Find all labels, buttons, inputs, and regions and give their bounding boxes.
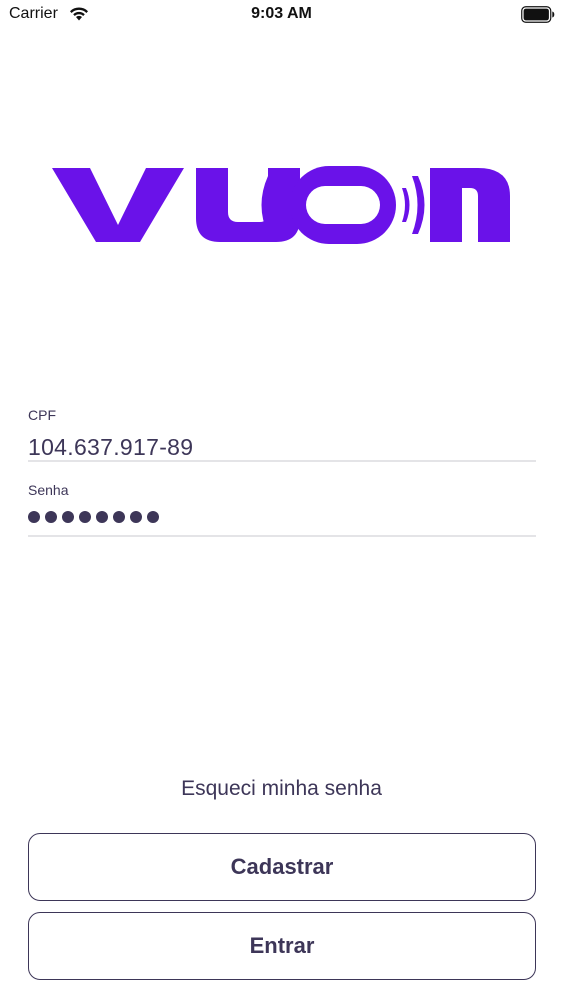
password-mask-dot: [79, 511, 91, 523]
register-button[interactable]: Cadastrar: [28, 833, 536, 901]
password-mask-dot: [130, 511, 142, 523]
password-label: Senha: [28, 482, 69, 498]
password-mask-dot: [96, 511, 108, 523]
password-mask-dot: [62, 511, 74, 523]
status-time: 9:03 AM: [251, 5, 312, 22]
password-mask-dot: [45, 511, 57, 523]
cpf-input[interactable]: 104.637.917-89: [28, 434, 193, 461]
password-input[interactable]: [28, 511, 159, 523]
password-mask-dot: [147, 511, 159, 523]
battery-full-icon: [521, 6, 555, 23]
password-mask-dot: [113, 511, 125, 523]
password-underline: [28, 535, 536, 537]
forgot-password-link[interactable]: Esqueci minha senha: [0, 777, 563, 801]
cpf-underline: [28, 460, 536, 462]
login-button[interactable]: Entrar: [28, 912, 536, 980]
password-mask-dot: [28, 511, 40, 523]
status-bar: Carrier 9:03 AM: [0, 0, 563, 30]
cpf-label: CPF: [28, 407, 56, 423]
vuon-logo: [52, 166, 510, 244]
